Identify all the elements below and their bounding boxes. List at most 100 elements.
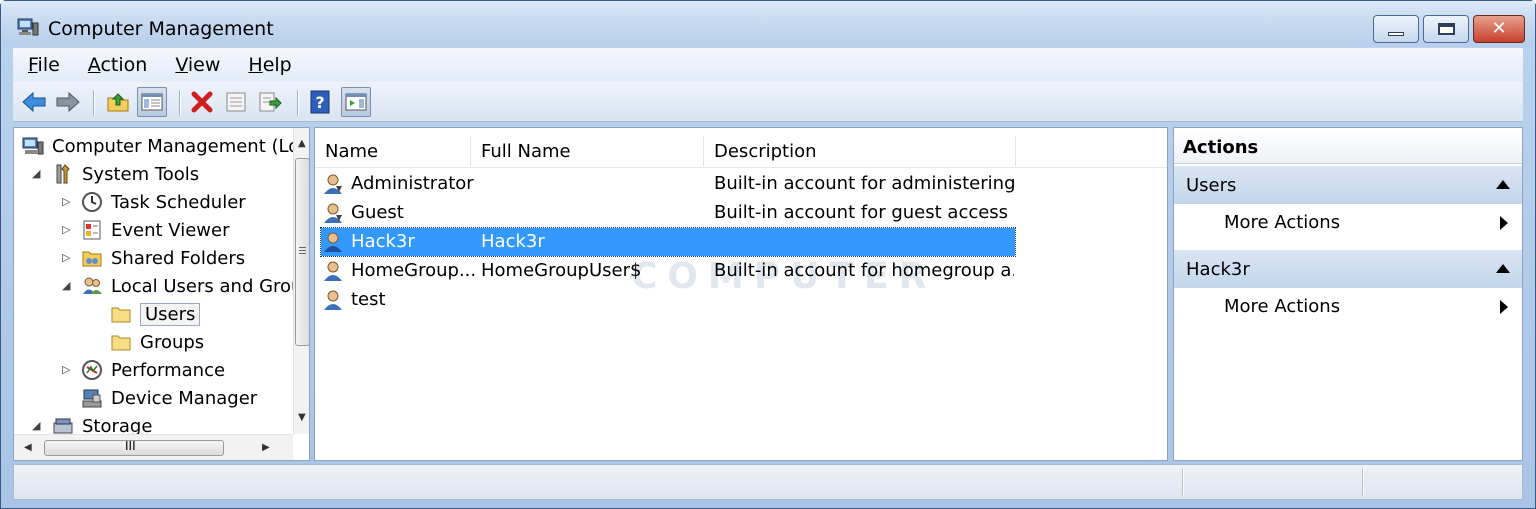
event-viewer-icon — [83, 220, 101, 240]
tree-item-event-viewer[interactable]: Event Viewer — [81, 216, 229, 244]
window-title: Computer Management — [48, 18, 274, 40]
maximize-button[interactable] — [1423, 15, 1469, 43]
list-row-hack3r[interactable]: Hack3r Hack3r — [320, 227, 1016, 257]
tree-horizontal-scrollbar[interactable]: ◀ III ▶ — [14, 434, 293, 460]
clock-icon — [82, 192, 102, 212]
status-separator — [1182, 468, 1183, 496]
tree-item-performance[interactable]: Performance — [81, 356, 225, 384]
scroll-grip: III — [125, 439, 136, 453]
toolbar: ? — [13, 82, 1523, 122]
performance-icon — [82, 360, 102, 380]
scroll-left-arrow-icon[interactable]: ◀ — [24, 442, 32, 453]
folder-icon — [111, 307, 131, 323]
forward-icon — [56, 91, 80, 113]
collapse-arrow-icon[interactable]: ◢ — [62, 279, 70, 292]
show-hide-tree-icon — [141, 93, 163, 111]
up-one-level-button[interactable] — [103, 87, 133, 117]
forward-button[interactable] — [53, 87, 83, 117]
export-list-icon — [259, 92, 282, 112]
user-icon — [324, 261, 342, 281]
actions-section-hack3r[interactable]: Hack3r — [1174, 250, 1522, 288]
collapse-section-icon[interactable] — [1496, 180, 1510, 189]
more-actions-hack3r[interactable]: More Actions — [1174, 288, 1522, 324]
title-bar[interactable]: Computer Management ✕ — [1, 1, 1535, 47]
tree-item-task-scheduler[interactable]: Task Scheduler — [81, 188, 246, 216]
tree-item-groups[interactable]: Groups — [110, 328, 204, 356]
tree-item-system-tools[interactable]: System Tools — [52, 160, 199, 188]
users-group-icon — [83, 277, 102, 294]
scroll-up-arrow-icon[interactable]: ▲ — [298, 138, 306, 149]
toolbar-separator — [297, 90, 298, 116]
properties-button[interactable] — [221, 87, 251, 117]
close-icon: ✕ — [1491, 18, 1507, 39]
collapse-section-icon[interactable] — [1496, 264, 1510, 273]
status-bar — [13, 464, 1523, 500]
export-list-button[interactable] — [255, 87, 285, 117]
scroll-thumb[interactable] — [295, 158, 309, 346]
menu-help[interactable]: Help — [234, 54, 305, 76]
close-button[interactable]: ✕ — [1473, 15, 1525, 43]
list-row-test[interactable]: test — [321, 286, 1167, 314]
expand-arrow-icon[interactable]: ▷ — [62, 251, 70, 264]
list-row-homegroupuser[interactable]: HomeGroup... HomeGroupUser$ Built-in acc… — [321, 257, 1167, 285]
system-tools-icon — [56, 164, 70, 184]
tree-item-users-label: Users — [140, 302, 201, 326]
tree-item-local-users-and-groups[interactable]: Local Users and Grou — [81, 272, 302, 300]
user-icon — [324, 174, 342, 194]
show-hide-console-tree-button[interactable] — [137, 87, 167, 117]
more-actions-users[interactable]: More Actions — [1174, 204, 1522, 240]
collapse-arrow-icon[interactable]: ◢ — [32, 167, 40, 180]
actions-pane: Actions Users More Actions Hack3r More A… — [1173, 127, 1523, 461]
scroll-down-arrow-icon[interactable]: ▼ — [298, 412, 306, 423]
back-icon — [22, 91, 46, 113]
expand-arrow-icon[interactable]: ▷ — [62, 223, 70, 236]
computer-management-icon — [17, 18, 39, 36]
back-button[interactable] — [19, 87, 49, 117]
column-header-name[interactable]: Name — [315, 136, 471, 166]
collapse-arrow-icon[interactable]: ◢ — [32, 419, 40, 432]
tree-item-shared-folders[interactable]: Shared Folders — [81, 244, 245, 272]
tree-item-computer-management[interactable]: Computer Management (Lo — [22, 132, 299, 160]
help-icon: ? — [310, 90, 330, 114]
up-folder-icon — [107, 93, 129, 112]
svg-text:?: ? — [315, 93, 324, 112]
column-header-full-name[interactable]: Full Name — [471, 136, 704, 166]
status-separator — [1362, 468, 1363, 496]
toolbar-separator — [179, 90, 180, 116]
computer-management-icon — [22, 137, 44, 155]
actions-section-users[interactable]: Users — [1174, 166, 1522, 204]
tree-item-device-manager[interactable]: Device Manager — [81, 384, 257, 412]
minimize-button[interactable] — [1373, 15, 1419, 43]
show-hide-action-pane-button[interactable] — [341, 87, 371, 117]
toolbar-separator — [93, 90, 94, 116]
menu-bar: File Action View Help — [13, 48, 1523, 82]
user-icon — [324, 290, 342, 310]
list-row-administrator[interactable]: Administrator Built-in account for admin… — [321, 170, 1167, 198]
delete-icon — [191, 91, 213, 113]
device-manager-icon — [82, 389, 102, 408]
menu-file[interactable]: File — [13, 54, 74, 76]
list-row-guest[interactable]: Guest Built-in account for guest access … — [321, 199, 1167, 227]
show-hide-action-pane-icon — [345, 93, 367, 111]
scroll-thumb[interactable]: III — [44, 439, 224, 456]
submenu-arrow-icon — [1500, 300, 1508, 314]
actions-pane-title: Actions — [1174, 128, 1522, 164]
minimize-icon — [1388, 32, 1404, 36]
menu-view[interactable]: View — [161, 54, 234, 76]
menu-action[interactable]: Action — [74, 54, 162, 76]
scroll-right-arrow-icon[interactable]: ▶ — [262, 442, 270, 453]
delete-button[interactable] — [187, 87, 217, 117]
shared-folder-icon — [82, 251, 102, 267]
expand-arrow-icon[interactable]: ▷ — [62, 195, 70, 208]
details-list-pane: Name Full Name Description SLEEPING COMP… — [314, 127, 1168, 461]
properties-icon — [226, 92, 246, 112]
maximize-icon — [1437, 23, 1455, 35]
tree-item-users[interactable]: Users — [110, 300, 201, 328]
submenu-arrow-icon — [1500, 216, 1508, 230]
help-button[interactable]: ? — [305, 87, 335, 117]
console-tree-pane: Computer Management (Lo ◢ System Tools ▷… — [13, 127, 310, 461]
user-icon — [324, 203, 342, 223]
tree-vertical-scrollbar[interactable]: ▲ ▼ — [293, 128, 309, 434]
expand-arrow-icon[interactable]: ▷ — [62, 363, 70, 376]
column-header-description[interactable]: Description — [704, 136, 1016, 166]
